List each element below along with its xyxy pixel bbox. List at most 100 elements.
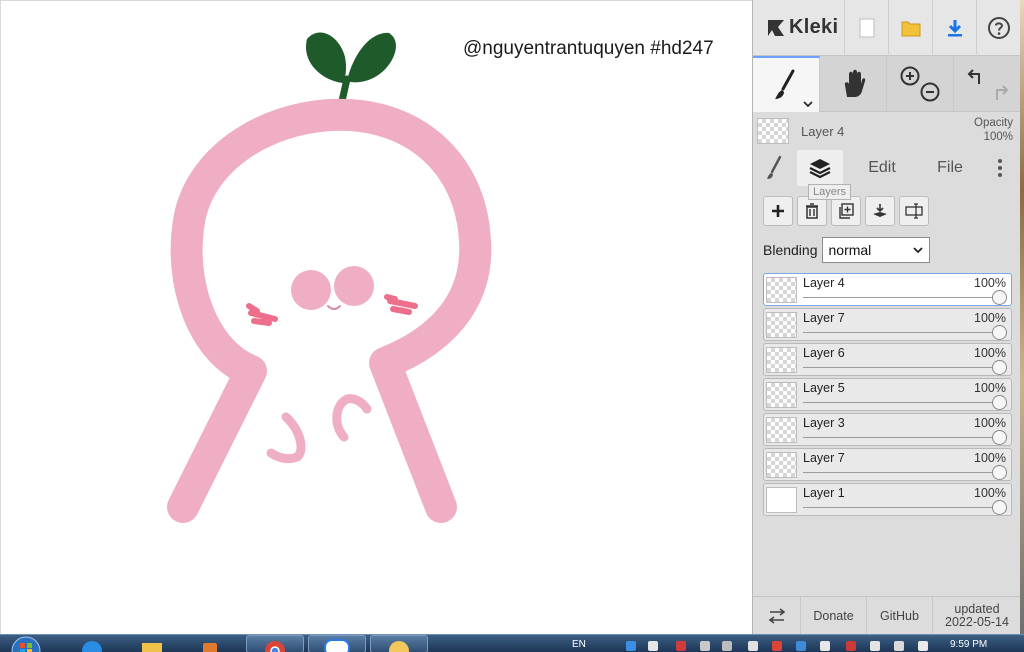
layer-item[interactable]: Layer 3 100%	[763, 413, 1012, 446]
panel-tabs: Edit File	[753, 150, 1021, 186]
layer-item[interactable]: Layer 5 100%	[763, 378, 1012, 411]
layer-opacity-slider[interactable]	[992, 465, 1007, 480]
current-layer-thumbnail	[757, 118, 789, 144]
duplicate-icon	[839, 203, 854, 219]
layer-item[interactable]: Layer 4 100%	[763, 273, 1012, 306]
layer-opacity-slider[interactable]	[992, 290, 1007, 305]
updated-info[interactable]: updated 2022-05-14	[933, 597, 1021, 635]
zoom-buttons	[887, 56, 954, 112]
tab-brush[interactable]	[753, 150, 797, 186]
taskbar-explorer-icon[interactable]	[132, 635, 172, 652]
eye-left	[291, 270, 331, 310]
taskbar: EN 9:59 PM	[0, 634, 1024, 652]
layer-opacity-slider[interactable]	[992, 430, 1007, 445]
layer-opacity-track[interactable]	[803, 367, 999, 368]
layer-item[interactable]: Layer 7 100%	[763, 448, 1012, 481]
tray-pin-icon[interactable]	[700, 641, 710, 651]
tray-antivirus-icon[interactable]	[676, 641, 686, 651]
help-button[interactable]	[977, 0, 1021, 56]
more-menu-button[interactable]	[979, 150, 1021, 186]
current-layer-name: Layer 4	[801, 123, 845, 139]
paint-icon	[389, 641, 409, 652]
undo-icon[interactable]	[967, 69, 980, 84]
taskbar-media-icon[interactable]	[190, 635, 230, 652]
tray-blue-app-icon[interactable]	[796, 641, 806, 651]
tray-red-app-icon[interactable]	[846, 641, 856, 651]
duplicate-layer-button[interactable]	[831, 196, 861, 226]
donate-link[interactable]: Donate	[801, 597, 867, 635]
merge-down-button[interactable]	[865, 196, 895, 226]
layer-thumbnail	[766, 382, 797, 408]
panel-footer: Donate GitHub updated 2022-05-14	[753, 596, 1021, 635]
help-icon	[988, 16, 1010, 39]
tray-device-icon[interactable]	[722, 641, 732, 651]
zoom-icons	[900, 66, 940, 102]
blending-select[interactable]: normal	[821, 237, 930, 263]
clock-time[interactable]: 9:59 PM	[950, 639, 987, 650]
tray-app-icon[interactable]	[648, 641, 658, 651]
delete-layer-button[interactable]	[797, 196, 827, 226]
layer-item[interactable]: Layer 6 100%	[763, 343, 1012, 376]
brush-tool-button[interactable]	[753, 56, 820, 112]
tray-flag-icon[interactable]	[894, 641, 904, 651]
start-button[interactable]	[6, 635, 46, 652]
new-image-button[interactable]	[845, 0, 889, 56]
tray-chrome-icon[interactable]	[772, 641, 782, 651]
open-image-button[interactable]	[889, 0, 933, 56]
layer-opacity-track[interactable]	[803, 332, 999, 333]
taskbar-zalo-window[interactable]	[308, 635, 366, 652]
layer-item[interactable]: Layer 1 100%	[763, 483, 1012, 516]
layer-opacity-track[interactable]	[803, 437, 999, 438]
tray-wifi-icon[interactable]	[918, 641, 928, 651]
swap-side-button[interactable]	[753, 597, 801, 635]
tray-network-icon[interactable]	[626, 641, 636, 651]
layers-list: Layer 4 100% Layer 7 100% Layer 6 100% L…	[763, 273, 1013, 518]
save-image-button[interactable]	[933, 0, 977, 56]
tray-display-icon[interactable]	[748, 641, 758, 651]
layers-icon	[809, 159, 831, 179]
chevron-down-icon	[912, 247, 923, 254]
blending-value: normal	[828, 242, 872, 258]
drawing-canvas[interactable]: @nguyentrantuquyen #hd247	[0, 0, 752, 634]
layer-opacity-track[interactable]	[803, 507, 999, 508]
layer-opacity-track[interactable]	[803, 297, 999, 298]
merge-down-icon	[873, 204, 887, 217]
tab-edit[interactable]: Edit	[843, 150, 921, 186]
kleki-logo[interactable]: Kleki	[753, 0, 845, 56]
layer-thumbnail	[766, 487, 797, 513]
taskbar-paint-window[interactable]	[370, 635, 428, 652]
layer-opacity-track[interactable]	[803, 472, 999, 473]
tab-file[interactable]: File	[921, 150, 979, 186]
taskbar-ie-icon[interactable]	[72, 635, 112, 652]
hand-tool-button[interactable]	[820, 56, 887, 112]
layer-name: Layer 4	[803, 276, 845, 290]
layers-tooltip: Layers	[808, 184, 852, 200]
layer-opacity-slider[interactable]	[992, 325, 1007, 340]
redo-icon[interactable]	[995, 85, 1008, 100]
taskbar-chrome-window[interactable]	[246, 635, 304, 652]
tab-layers[interactable]	[797, 150, 843, 186]
zoom-out-icon[interactable]	[920, 82, 940, 102]
zoom-in-icon[interactable]	[900, 66, 920, 86]
layer-opacity-slider[interactable]	[992, 395, 1007, 410]
trash-icon	[806, 203, 818, 219]
add-layer-button[interactable]	[763, 196, 793, 226]
chevron-down-icon[interactable]	[803, 100, 813, 108]
opacity-indicator[interactable]: Opacity 100%	[974, 116, 1013, 144]
github-link[interactable]: GitHub	[867, 597, 933, 635]
side-panel: Kleki Layer 4 Opacity 100% Edit File Ble…	[752, 0, 1021, 635]
layer-actions	[763, 196, 929, 226]
more-vertical-icon	[998, 159, 1002, 177]
layer-opacity-slider[interactable]	[992, 500, 1007, 515]
tray-volume-icon[interactable]	[870, 641, 880, 651]
language-indicator[interactable]: EN	[572, 639, 586, 650]
layer-opacity-slider[interactable]	[992, 360, 1007, 375]
layer-opacity-track[interactable]	[803, 402, 999, 403]
layer-opacity: 100%	[974, 311, 1006, 325]
download-icon	[947, 19, 962, 36]
rename-layer-button[interactable]	[899, 196, 929, 226]
tray-shield-icon[interactable]	[820, 641, 830, 651]
layer-name: Layer 5	[803, 381, 845, 395]
layer-item[interactable]: Layer 7 100%	[763, 308, 1012, 341]
layer-name: Layer 6	[803, 346, 845, 360]
